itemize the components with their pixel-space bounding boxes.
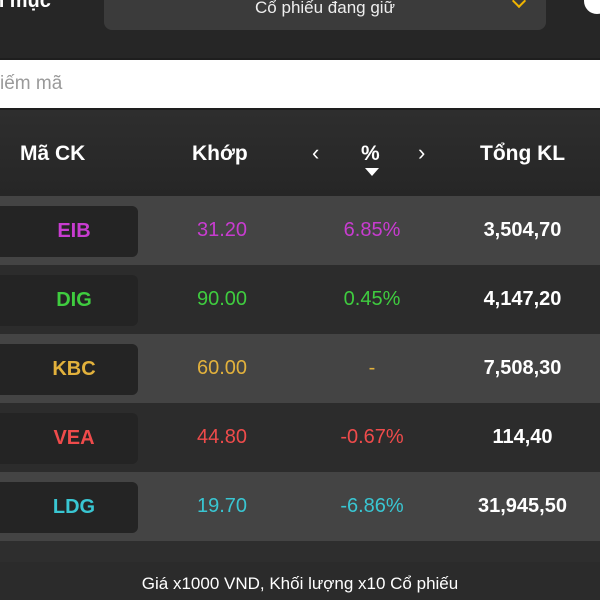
price-cell: 31.20: [196, 219, 248, 241]
percent-cell: -: [368, 357, 376, 379]
chevron-right-icon[interactable]: ›: [418, 140, 425, 166]
volume-cell: 3,504,70: [483, 219, 562, 241]
table-header: Mã CK Khớp ‹ % › Tổng KL: [0, 110, 600, 196]
info-icon[interactable]: [584, 0, 600, 14]
page-title: n mục: [0, 0, 51, 12]
percent-cell: -6.86%: [340, 495, 404, 517]
top-bar: n mục Cổ phiếu đang giữ: [0, 0, 600, 58]
portfolio-dropdown[interactable]: Cổ phiếu đang giữ: [104, 0, 546, 30]
header-price: Khớp: [192, 142, 248, 165]
header-symbol: Mã CK: [20, 142, 86, 165]
price-cell: 44.80: [196, 426, 248, 448]
footer-note: Giá x1000 VND, Khối lượng x10 Cổ phiếu: [0, 562, 600, 600]
table-row[interactable]: KBC 60.00 - 7,508,30: [0, 334, 600, 403]
percent-cell: 6.85%: [343, 219, 401, 241]
divider: [0, 541, 600, 562]
volume-cell: 31,945,50: [478, 495, 567, 517]
dropdown-value: Cổ phiếu đang giữ: [255, 0, 395, 17]
percent-cell: 0.45%: [343, 288, 401, 310]
volume-cell: 4,147,20: [483, 288, 562, 310]
chevron-left-icon[interactable]: ‹: [312, 140, 319, 166]
table-row[interactable]: VEA 44.80 -0.67% 114,40: [0, 403, 600, 472]
search-input[interactable]: [0, 60, 600, 108]
symbol-button[interactable]: DIG: [0, 275, 138, 326]
percent-cell: -0.67%: [340, 426, 404, 448]
volume-cell: 114,40: [492, 426, 553, 448]
volume-cell: 7,508,30: [483, 357, 562, 379]
price-cell: 19.70: [196, 495, 248, 517]
symbol-button[interactable]: KBC: [0, 344, 138, 395]
header-percent[interactable]: %: [361, 142, 380, 166]
table-row[interactable]: DIG 90.00 0.45% 4,147,20: [0, 265, 600, 334]
price-cell: 60.00: [196, 357, 248, 379]
search-bar: [0, 58, 600, 110]
symbol-button[interactable]: EIB: [0, 206, 138, 257]
sort-down-icon: [365, 168, 379, 176]
table-row[interactable]: EIB 31.20 6.85% 3,504,70: [0, 196, 600, 265]
table-row[interactable]: LDG 19.70 -6.86% 31,945,50: [0, 472, 600, 541]
symbol-button[interactable]: VEA: [0, 413, 138, 464]
header-volume: Tổng KL: [480, 142, 566, 165]
price-cell: 90.00: [196, 288, 248, 310]
symbol-button[interactable]: LDG: [0, 482, 138, 533]
